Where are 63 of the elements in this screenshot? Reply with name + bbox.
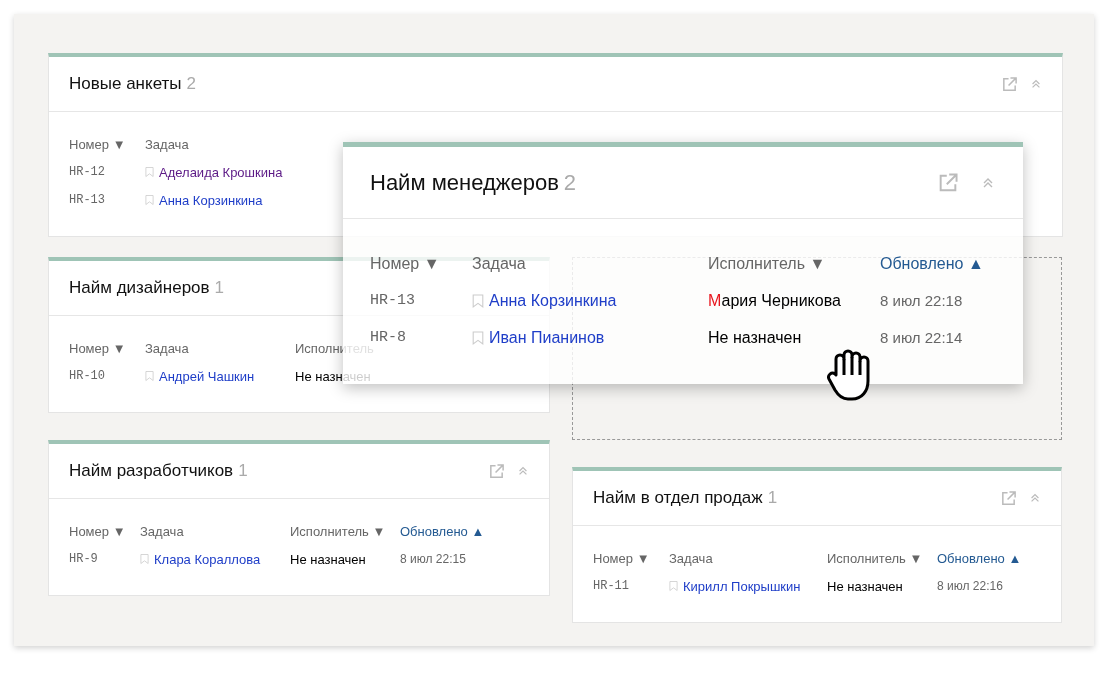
assignee-name: Не назначен — [290, 551, 367, 567]
task-link[interactable]: Анна Корзинкина — [159, 192, 263, 208]
bookmark-icon[interactable] — [145, 370, 154, 382]
column-header[interactable]: Номер ▼ — [69, 340, 126, 356]
item-count: 2 — [186, 74, 196, 94]
assignee-name: Мария Черникова — [708, 291, 842, 310]
column-header[interactable]: Номер ▼ — [370, 254, 440, 273]
column-header[interactable]: Задача — [472, 254, 526, 273]
external-link-icon[interactable] — [1001, 75, 1018, 93]
collapse-icon[interactable] — [1030, 78, 1042, 90]
external-link-icon[interactable] — [1000, 489, 1017, 507]
column-header[interactable]: Исполнитель ▼ — [290, 523, 386, 539]
widget-title: Найм в отдел продаж — [593, 488, 763, 508]
column-header[interactable]: Номер ▼ — [69, 523, 126, 539]
external-link-icon[interactable] — [937, 171, 959, 194]
bookmark-icon[interactable] — [145, 194, 154, 206]
column-header[interactable]: Задача — [140, 523, 184, 539]
widget-title: Найм разработчиков — [69, 461, 234, 481]
collapse-icon[interactable] — [517, 465, 529, 477]
column-header[interactable]: Исполнитель ▼ — [827, 550, 923, 566]
collapse-icon[interactable] — [1029, 492, 1041, 504]
task-link[interactable]: Анна Корзинкина — [489, 291, 617, 310]
assignee-name: Не назначен — [827, 578, 904, 594]
widget-title: Найм менеджеров — [370, 169, 559, 196]
external-link-icon[interactable] — [488, 462, 505, 480]
task-link[interactable]: Аделаида Крошкина — [159, 164, 283, 180]
column-header[interactable]: Обновлено ▲ — [937, 550, 1022, 566]
updated-date: 8 июл 22:16 — [937, 579, 1004, 593]
column-header[interactable]: Номер ▼ — [593, 550, 650, 566]
updated-date: 8 июл 22:15 — [400, 552, 467, 566]
item-count: 1 — [767, 488, 778, 508]
item-count: 2 — [563, 169, 577, 196]
bookmark-icon[interactable] — [140, 553, 149, 565]
issue-number: HR-12 — [69, 165, 106, 179]
column-header[interactable]: Исполнитель ▼ — [708, 254, 826, 273]
assignee-name: Не назначен — [708, 328, 803, 347]
task-link[interactable]: Андрей Чашкин — [159, 368, 255, 384]
column-header[interactable]: Задача — [145, 340, 189, 356]
updated-date: 8 июл 22:18 — [880, 292, 964, 309]
issue-number: HR-13 — [370, 292, 416, 309]
issue-number: HR-9 — [69, 552, 99, 566]
issue-number: HR-8 — [370, 329, 407, 346]
issue-number: HR-13 — [69, 193, 106, 207]
column-header[interactable]: Обновлено ▲ — [880, 254, 984, 273]
assignee-name: Не назначен — [295, 368, 372, 384]
column-header[interactable]: Обновлено ▲ — [400, 523, 485, 539]
column-header[interactable]: Задача — [145, 136, 189, 152]
task-link[interactable]: Иван Пианинов — [489, 328, 605, 347]
item-count: 1 — [238, 461, 248, 481]
widget-title: Найм дизайнеров — [69, 278, 210, 298]
updated-date: 8 июл 22:14 — [880, 329, 964, 346]
bookmark-icon[interactable] — [145, 166, 154, 178]
bookmark-icon[interactable] — [472, 292, 484, 309]
task-link[interactable]: Клара Кораллова — [154, 551, 261, 567]
widget-title: Новые анкеты — [69, 74, 182, 94]
column-header[interactable]: Номер ▼ — [69, 136, 126, 152]
task-link[interactable]: Кирилл Покрышкин — [683, 578, 801, 594]
issue-number: HR-10 — [69, 369, 106, 383]
issue-number: HR-11 — [593, 579, 630, 593]
bookmark-icon[interactable] — [472, 329, 484, 346]
bookmark-icon[interactable] — [669, 580, 678, 592]
column-header[interactable]: Задача — [669, 550, 713, 566]
item-count: 1 — [214, 278, 225, 298]
